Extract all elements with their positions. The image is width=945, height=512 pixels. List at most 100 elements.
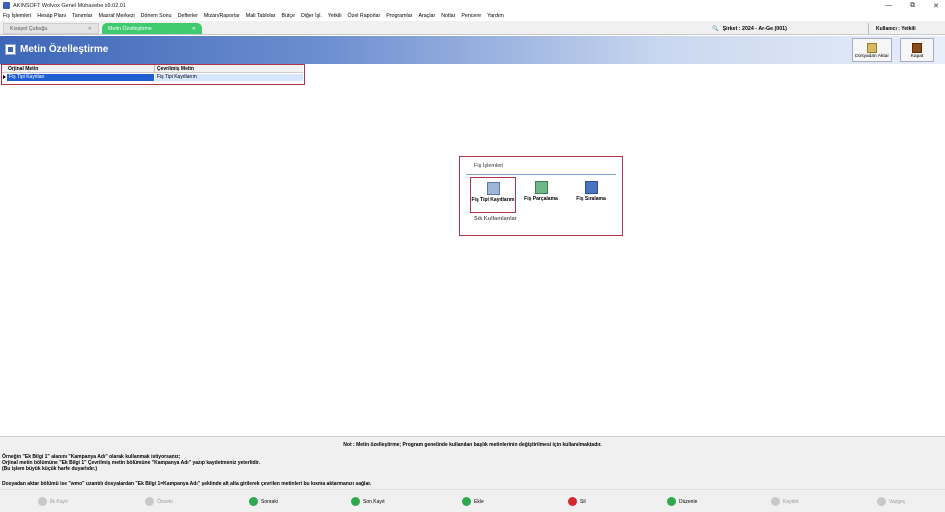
window-title: AKINSOFT Wolvox Genel Muhasebe s9.02.01 [13,2,126,9]
last-record-button[interactable]: Son Kayıt [351,497,385,506]
menu-mizan-raporlar[interactable]: Mizan/Raporlar [204,13,240,19]
button-label: Düzenle [679,498,698,505]
menu-diger-isl[interactable]: Diğer İşl. [301,13,322,19]
grid-header: Orjinal Metin Çevrilmiş Metin [2,65,303,73]
edit-icon [667,497,676,506]
import-file-icon [867,43,877,53]
save-button[interactable]: Kaydet [771,497,799,506]
menu-bar: Fiş İşlemleri Hesap Planı Tanımlar Masra… [0,11,945,21]
button-label: Ekle [474,498,484,505]
cancel-icon [877,497,886,506]
note-line: (Bu işlem büyük küçük harfe duyarlıdır.) [2,466,98,472]
window-controls: — ⧉ ✕ [885,0,939,11]
import-from-file-button[interactable]: Dosyadan Aktar [852,38,892,62]
button-label: Vazgeç [889,498,906,505]
close-form-button[interactable]: Kapat [900,38,934,62]
cancel-button[interactable]: Vazgeç [877,497,905,506]
button-label: Son Kayıt [363,498,385,505]
menu-butce[interactable]: Bütçe [281,13,295,19]
divider [868,23,869,34]
help-notes: Not : Metin özelleştirme; Program geneli… [0,436,945,489]
app-icon [3,2,10,9]
record-navigation-bar: İlk Kayıt Önceki Sonraki Son Kayıt Ekle … [0,489,945,512]
tab-label: Metin Özelleştirme [108,25,152,32]
delete-icon [568,497,577,506]
menu-hesap-plani[interactable]: Hesap Planı [37,13,66,19]
tab-row: Kısayol Çubuğu ✕ Metin Özelleştirme ✕ 🔍 … [0,21,945,35]
tile-label: Fiş Tipi Kayıtlarım [471,197,515,203]
company-label: Şirket : 2024 - Ar-Ge (001) [722,25,787,32]
fis-tipi-kayitlarim-button[interactable]: Fiş Tipi Kayıtlarım [470,177,516,213]
close-label: Kapat [910,54,924,59]
sort-icon [584,181,598,194]
add-button[interactable]: Ekle [462,497,484,506]
column-header-translated[interactable]: Çevrilmiş Metin [157,66,194,72]
menu-tanimlar[interactable]: Tanımlar [72,13,92,19]
menu-programlar[interactable]: Programlar [386,13,412,19]
split-icon [534,181,548,194]
menu-ozel-raporlar[interactable]: Özel Raporlar [348,13,381,19]
button-label: Önceki [157,498,173,505]
first-record-icon [38,497,47,506]
fis-siralama-button[interactable]: Fiş Sıralama [568,177,614,213]
menu-donem-sonu[interactable]: Dönem Sonu [141,13,172,19]
menu-notlar[interactable]: Notlar [441,13,455,19]
menu-yardim[interactable]: Yardım [487,13,504,19]
column-header-original[interactable]: Orjinal Metin [8,66,38,72]
panel-title: Fiş İşlemleri [474,163,504,169]
divider [466,174,616,175]
menu-yetkili[interactable]: Yetkili [328,13,342,19]
next-icon [249,497,258,506]
previous-icon [145,497,154,506]
menu-defterler[interactable]: Defterler [178,13,198,19]
last-record-icon [351,497,360,506]
add-icon [462,497,471,506]
favorites-label: Sık Kullanılanlar [474,216,517,222]
button-label: İlk Kayıt [50,498,68,505]
next-button[interactable]: Sonraki [249,497,278,506]
search-icon: 🔍 [712,25,719,32]
restore-button[interactable]: ⧉ [910,2,915,10]
tab-metin-ozellestirme[interactable]: Metin Özelleştirme ✕ [102,23,202,34]
save-icon [771,497,780,506]
divider [154,65,155,73]
button-label: Sil [580,498,586,505]
company-indicator[interactable]: 🔍 Şirket : 2024 - Ar-Ge (001) [712,24,787,33]
page-header: Metin Özelleştirme Dosyadan Aktar Kapat [0,36,945,64]
cell-translated-text[interactable]: Fiş Tipi Kayıtlarım [155,74,303,81]
document-list-icon [486,182,500,195]
form-icon [5,44,16,55]
cell-original-text[interactable]: Fiş Tipi Kayıtları [7,74,154,81]
tile-label: Fiş Sıralama [576,196,606,202]
menu-pencere[interactable]: Pencere [461,13,481,19]
button-label: Kaydet [783,498,799,505]
fis-parcalama-button[interactable]: Fiş Parçalama [518,177,564,213]
tile-label: Fiş Parçalama [524,196,558,202]
tab-label: Kısayol Çubuğu [10,25,48,32]
tab-close-icon[interactable]: ✕ [192,26,196,32]
previous-button[interactable]: Önceki [145,497,173,506]
close-window-button[interactable]: ✕ [933,2,939,10]
menu-fis-islemleri[interactable]: Fiş İşlemleri [3,13,31,19]
title-bar: AKINSOFT Wolvox Genel Muhasebe s9.02.01 … [0,0,945,11]
delete-button[interactable]: Sil [568,497,586,506]
menu-araclar[interactable]: Araçlar [418,13,435,19]
first-record-button[interactable]: İlk Kayıt [38,497,68,506]
note-main: Not : Metin özelleştirme; Program geneli… [343,442,602,448]
minimize-button[interactable]: — [885,2,892,9]
user-label: Kullanıcı : Yetkili [876,25,916,32]
tab-close-icon[interactable]: ✕ [88,26,92,32]
button-label: Sonraki [261,498,278,505]
note-line: Dosyadan aktar bölümü ise "wmo" uzantılı… [2,481,372,487]
page-title: Metin Özelleştirme [20,44,109,55]
row-pointer-icon [3,75,6,79]
menu-masraf-merkezi[interactable]: Masraf Merkezi [98,13,134,19]
fis-islemleri-panel: Fiş İşlemleri Fiş Tipi Kayıtlarım Fiş Pa… [459,156,623,236]
import-label: Dosyadan Aktar [855,54,889,59]
door-exit-icon [912,43,922,53]
edit-button[interactable]: Düzenle [667,497,697,506]
menu-mali-tablolar[interactable]: Mali Tablolar [246,13,276,19]
tab-kisayol-cubugu[interactable]: Kısayol Çubuğu ✕ [3,23,99,34]
table-row[interactable]: Fiş Tipi Kayıtları Fiş Tipi Kayıtlarım [2,74,303,81]
translation-grid: Orjinal Metin Çevrilmiş Metin Fiş Tipi K… [1,64,305,85]
